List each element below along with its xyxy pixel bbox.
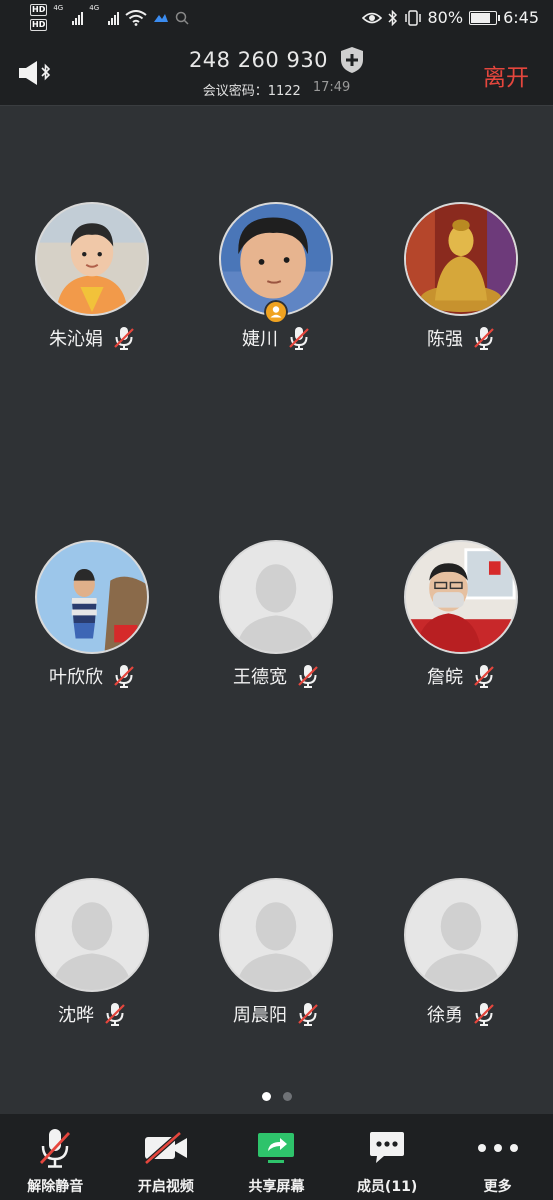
eye-icon [361, 12, 382, 23]
mic-muted-icon [114, 327, 134, 350]
meeting-header: 248 260 930 会议密码：1122 17:49 离开 [0, 40, 553, 106]
participant-tile[interactable]: 婕川 [184, 202, 368, 402]
participant-tile[interactable]: 陈强 [369, 202, 553, 402]
child-photo-icon [37, 204, 147, 314]
password-value: 1122 [267, 84, 301, 99]
chat-members-icon [370, 1132, 405, 1163]
participant-tile[interactable]: 沈晔 [0, 878, 184, 1078]
unmute-label: 解除静音 [27, 1179, 84, 1195]
default-avatar-icon [221, 542, 331, 652]
hd-badge: HD [30, 4, 48, 16]
leave-button[interactable]: 离开 [483, 58, 529, 92]
participant-name: 婕川 [242, 329, 278, 350]
participant-avatar [404, 540, 518, 654]
participant-tile[interactable]: 詹皖 [369, 540, 553, 740]
members-label: 成员(11) [356, 1179, 418, 1195]
mic-muted-icon [474, 665, 494, 688]
start-video-button[interactable]: 开启视频 [111, 1114, 222, 1200]
more-dots-icon [477, 1144, 518, 1152]
participant-name: 朱沁娟 [49, 329, 103, 350]
status-bar: HD HD 4G 4G 80% 6:45 [0, 0, 553, 40]
mic-muted-icon [298, 665, 318, 688]
bluetooth-icon [387, 9, 397, 26]
page-indicator[interactable] [0, 1092, 553, 1101]
page-dot[interactable] [261, 1092, 271, 1101]
more-button[interactable]: 更多 [442, 1114, 553, 1200]
clock: 6:45 [503, 8, 539, 27]
participant-tile[interactable]: 周晨阳 [184, 878, 368, 1078]
hd-badge: HD [30, 19, 48, 31]
mic-muted-icon [289, 327, 309, 350]
participant-avatar [219, 878, 333, 992]
participant-avatar [404, 878, 518, 992]
meeting-duration: 17:49 [312, 80, 351, 95]
share-screen-icon [258, 1133, 295, 1163]
participant-name: 徐勇 [427, 1005, 463, 1026]
default-avatar-icon [37, 880, 147, 990]
buddha-photo-icon [406, 204, 516, 314]
participant-name: 周晨阳 [233, 1005, 287, 1026]
mic-muted-icon [474, 327, 494, 350]
mic-muted-icon [40, 1129, 71, 1168]
page-dot[interactable] [282, 1092, 292, 1101]
participant-avatar [404, 202, 518, 316]
share-screen-button[interactable]: 共享屏幕 [221, 1114, 332, 1200]
participant-avatar [35, 540, 149, 654]
participant-avatar [219, 540, 333, 654]
participant-avatar [35, 878, 149, 992]
default-avatar-icon [406, 880, 516, 990]
participant-avatar [35, 202, 149, 316]
wifi-icon [125, 9, 147, 26]
vibrate-icon [404, 9, 421, 26]
participant-name: 叶欣欣 [49, 667, 103, 688]
host-badge-icon [264, 300, 288, 324]
person-mask-photo-icon [406, 542, 516, 652]
participant-tile[interactable]: 朱沁娟 [0, 202, 184, 402]
meeting-toolbar: 解除静音 开启视频 共享屏幕 成员(11) 更多 [0, 1114, 553, 1200]
participant-tile[interactable]: 叶欣欣 [0, 540, 184, 740]
more-label: 更多 [483, 1179, 512, 1195]
mic-muted-icon [114, 665, 134, 688]
start-video-label: 开启视频 [137, 1179, 194, 1195]
participant-name: 詹皖 [427, 667, 463, 688]
child-photo-icon [221, 204, 331, 314]
participant-tile[interactable]: 徐勇 [369, 878, 553, 1078]
participant-tile[interactable]: 王德宽 [184, 540, 368, 740]
members-button[interactable]: 成员(11) [332, 1114, 443, 1200]
share-screen-label: 共享屏幕 [248, 1179, 305, 1195]
video-off-icon [144, 1131, 187, 1165]
security-shield-icon[interactable] [340, 46, 364, 74]
mic-muted-icon [105, 1003, 125, 1026]
participant-grid: 朱沁娟 婕川 陈强 叶欣欣 王德宽 詹皖 沈晔 周晨阳 徐勇 [0, 106, 553, 1112]
child-outdoor-photo-icon [37, 542, 147, 652]
app-notification-icon [154, 13, 169, 22]
battery-fill [471, 12, 490, 23]
participant-avatar [219, 202, 333, 316]
meeting-id[interactable]: 248 260 930 [189, 48, 328, 72]
battery-icon [469, 10, 501, 25]
mic-muted-icon [474, 1003, 494, 1026]
signal-icon [108, 11, 120, 25]
unmute-button[interactable]: 解除静音 [0, 1114, 111, 1200]
battery-percent: 80% [427, 8, 464, 27]
default-avatar-icon [221, 880, 331, 990]
network-label: 4G [89, 4, 100, 12]
network-label: 4G [53, 4, 64, 12]
participant-name: 沈晔 [58, 1005, 94, 1026]
mic-muted-icon [298, 1003, 318, 1026]
search-icon [175, 11, 189, 25]
signal-icon [72, 11, 84, 25]
participant-name: 王德宽 [233, 667, 287, 688]
participant-name: 陈强 [427, 329, 463, 350]
password-label: 会议密码： [202, 84, 268, 99]
